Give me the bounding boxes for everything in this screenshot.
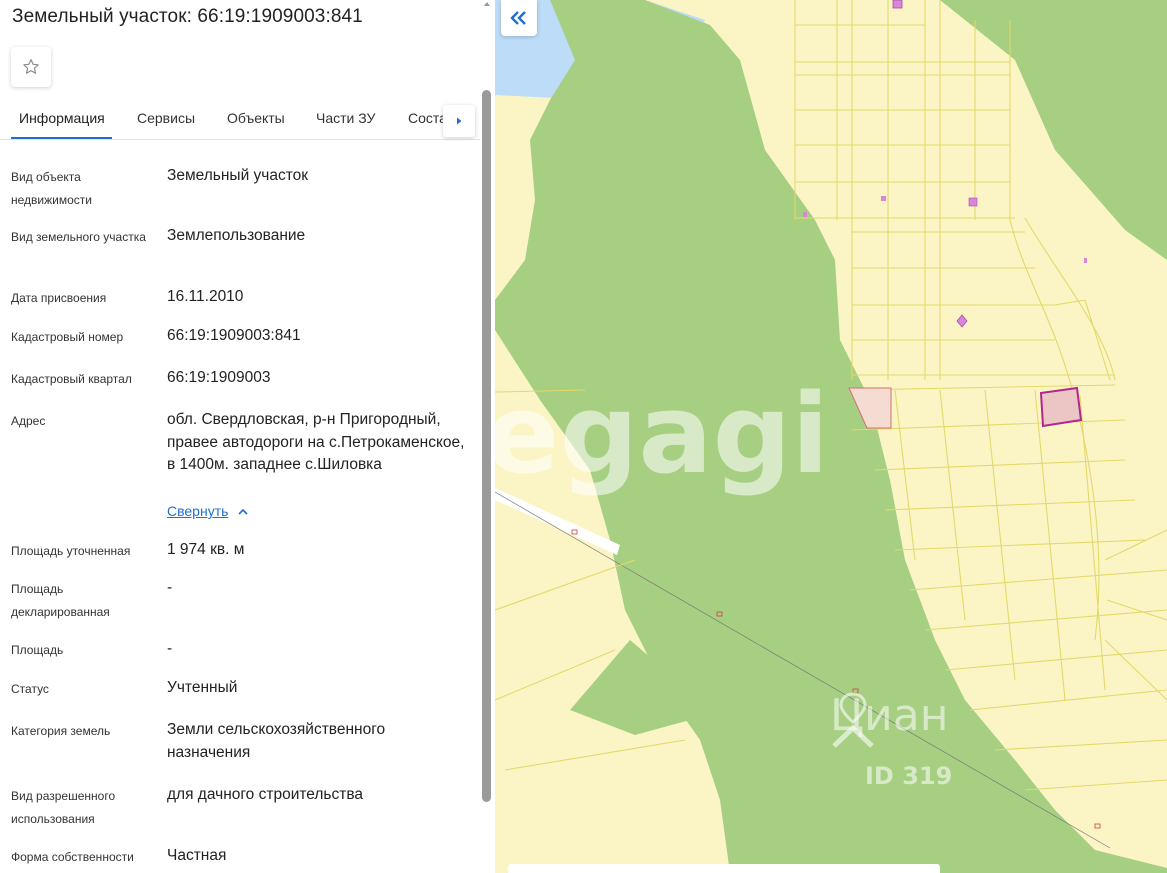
tab-bar: Информация Сервисы Объекты Части ЗУ Сост…: [0, 100, 480, 140]
field-value-land-category: Земли сельскохозяйственного назначения: [167, 721, 386, 761]
tab-information[interactable]: Информация: [19, 110, 105, 126]
chevron-right-icon: [457, 117, 462, 125]
field-value-area-declared: -: [167, 579, 173, 596]
watermark-brand: Циан: [830, 690, 949, 748]
field-value-permitted-use: для дачного строительства: [167, 786, 364, 803]
map-bottom-panel: [508, 864, 940, 873]
field-label-area: Площадь: [11, 643, 64, 657]
field-label-cadastral-number: Кадастровый номер: [11, 330, 124, 344]
collapse-link-label: Свернуть: [167, 503, 229, 519]
field-label-status: Статус: [11, 682, 49, 696]
field-label-land-category: Категория земель: [11, 724, 111, 738]
cadastral-map[interactable]: egagi Циан ID 319: [495, 0, 1167, 873]
field-label-permitted-use: Вид разрешенного использования: [11, 789, 116, 826]
field-value-address: обл. Свердловская, р-н Пригородный, прав…: [167, 411, 465, 473]
field-value-assign-date: 16.11.2010: [167, 288, 244, 305]
watermark-center: egagi: [495, 370, 830, 498]
tab-objects[interactable]: Объекты: [227, 110, 285, 126]
chevron-up-icon: [238, 508, 248, 515]
field-value-cadastral-number: 66:19:1909003:841: [167, 327, 301, 344]
field-label-object-type: Вид объекта недвижимости: [11, 170, 92, 207]
field-label-area-refined: Площадь уточненная: [11, 544, 131, 558]
collapse-panel-button[interactable]: [501, 0, 537, 36]
collapse-address-link[interactable]: Свернуть: [167, 503, 248, 519]
info-panel: Земельный участок: 66:19:1909003:841 Инф…: [0, 0, 495, 873]
field-label-area-declared: Площадь декларированная: [11, 582, 110, 619]
field-value-land-type: Землепользование: [167, 227, 306, 244]
double-chevron-left-icon: [510, 11, 526, 25]
house-pin-icon: [832, 692, 874, 748]
field-label-cadastral-quarter: Кадастровый квартал: [11, 372, 132, 386]
field-value-area: -: [167, 640, 173, 657]
favorite-button[interactable]: [11, 47, 51, 87]
page-title: Земельный участок: 66:19:1909003:841: [12, 6, 363, 27]
tab-composition[interactable]: Соста: [408, 110, 447, 126]
scroll-up-arrow-icon[interactable]: [483, 0, 491, 8]
field-value-ownership: Частная: [167, 847, 227, 864]
field-label-address: Адрес: [11, 414, 46, 428]
tab-services[interactable]: Сервисы: [137, 110, 195, 126]
field-label-assign-date: Дата присвоения: [11, 291, 107, 305]
tabs-scroll-right-button[interactable]: [443, 105, 475, 137]
tab-parts[interactable]: Части ЗУ: [316, 110, 375, 126]
active-tab-indicator: [11, 137, 112, 139]
star-outline-icon: [23, 59, 39, 74]
field-value-object-type: Земельный участок: [167, 167, 309, 184]
field-label-land-type: Вид земельного участка: [11, 230, 146, 244]
field-value-cadastral-quarter: 66:19:1909003: [167, 369, 271, 386]
field-label-ownership: Форма собственности: [11, 850, 134, 864]
panel-scrollbar[interactable]: [482, 90, 491, 802]
field-value-area-refined: 1 974 кв. м: [167, 541, 245, 558]
watermark-id: ID 319: [865, 762, 953, 790]
field-value-status: Учтенный: [167, 679, 238, 696]
